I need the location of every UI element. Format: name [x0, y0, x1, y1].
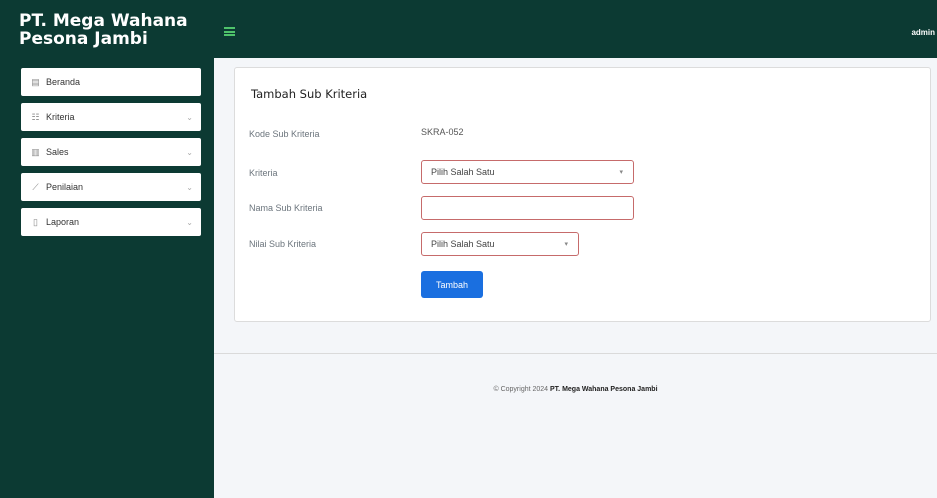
nilai-selected-value: Pilih Salah Satu — [431, 239, 495, 249]
nilai-sub-kriteria-label: Nilai Sub Kriteria — [249, 239, 317, 249]
brand-line-2: Pesona Jambi — [19, 29, 148, 49]
chevron-down-icon: ⌄ — [186, 112, 193, 122]
kriteria-label: Kriteria — [249, 168, 278, 178]
sidebar-item-penilaian[interactable]: ⟋ Penilaian ⌄ — [21, 173, 201, 201]
sidebar-item-kriteria[interactable]: ☷ Kriteria ⌄ — [21, 103, 201, 131]
kriteria-select[interactable]: Pilih Salah Satu ▾ — [421, 160, 634, 184]
sidebar-item-laporan[interactable]: ▯ Laporan ⌄ — [21, 208, 201, 236]
tambah-button[interactable]: Tambah — [421, 271, 483, 298]
home-icon: ▤ — [31, 76, 40, 87]
sidebar-item-label: Laporan — [46, 217, 80, 227]
chevron-down-icon: ⌄ — [186, 217, 193, 227]
sidebar-menu: ▤ Beranda ☷ Kriteria ⌄ ▥ Sales ⌄ ⟋ Penil… — [21, 68, 201, 243]
kriteria-selected-value: Pilih Salah Satu — [431, 167, 495, 177]
nama-sub-kriteria-input[interactable] — [421, 196, 634, 220]
chevron-down-icon: ⌄ — [186, 182, 193, 192]
top-navbar: admin — [214, 0, 937, 58]
content-divider — [214, 353, 937, 354]
chevron-down-icon: ▾ — [564, 241, 568, 248]
footer-copyright: © Copyright 2024 — [493, 386, 551, 393]
chevron-down-icon: ▾ — [619, 169, 623, 176]
footer-company: PT. Mega Wahana Pesona Jambi — [550, 386, 658, 393]
brand-logo[interactable]: PT. Mega Wahana Pesona Jambi — [0, 0, 214, 58]
chart-icon: ⟋ — [32, 181, 39, 192]
table-icon: ▥ — [31, 146, 40, 157]
brand-line-1: PT. Mega Wahana — [19, 11, 188, 31]
sidebar-item-label: Penilaian — [46, 182, 84, 192]
nama-sub-kriteria-label: Nama Sub Kriteria — [249, 203, 323, 213]
chevron-down-icon: ⌄ — [186, 147, 193, 157]
kode-sub-kriteria-value: SKRA-052 — [421, 127, 464, 137]
sidebar-item-beranda[interactable]: ▤ Beranda — [21, 68, 201, 96]
kode-sub-kriteria-label: Kode Sub Kriteria — [249, 129, 320, 139]
document-icon: ▯ — [33, 216, 38, 227]
hamburger-menu-icon[interactable] — [224, 27, 235, 36]
sidebar-item-label: Beranda — [46, 77, 81, 87]
sidebar-item-label: Sales — [46, 147, 69, 157]
nilai-sub-kriteria-select[interactable]: Pilih Salah Satu ▾ — [421, 232, 579, 256]
list-icon: ☷ — [31, 111, 40, 122]
footer: © Copyright 2024 PT. Mega Wahana Pesona … — [214, 386, 937, 393]
add-sub-criteria-card: Tambah Sub Kriteria Kode Sub Kriteria SK… — [234, 67, 931, 322]
user-menu[interactable]: admin — [911, 28, 935, 37]
sidebar-item-label: Kriteria — [46, 112, 75, 122]
sidebar-item-sales[interactable]: ▥ Sales ⌄ — [21, 138, 201, 166]
card-title: Tambah Sub Kriteria — [251, 87, 368, 101]
